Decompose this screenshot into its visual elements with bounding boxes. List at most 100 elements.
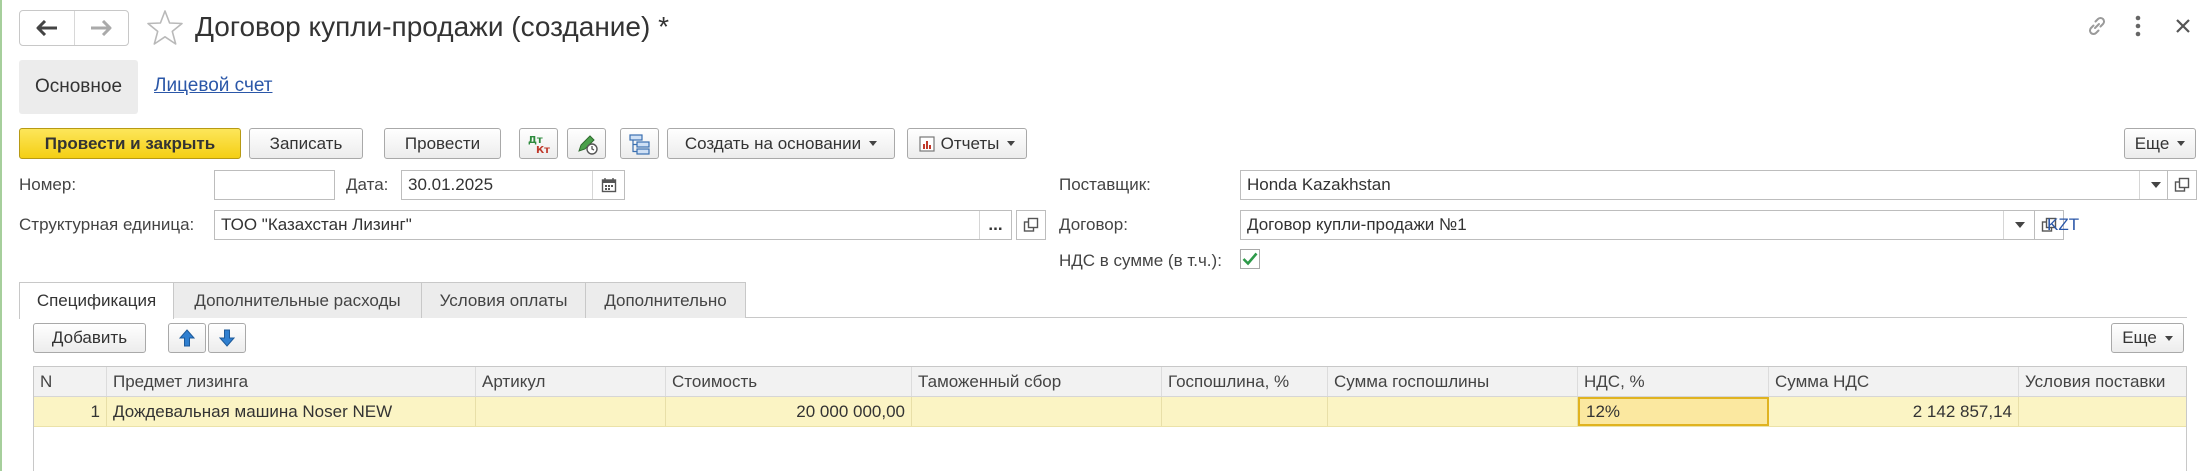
unit-value: ТОО "Казахстан Лизинг" xyxy=(221,215,412,234)
svg-text:Кт: Кт xyxy=(536,145,550,155)
contract-field[interactable]: Договор купли-продажи №1 xyxy=(1240,210,2036,240)
tab-payment-terms[interactable]: Условия оплаты xyxy=(421,282,586,318)
checkbox-icon xyxy=(1242,252,1258,266)
more-menu-button[interactable] xyxy=(2128,12,2148,40)
cell-leasing-item[interactable]: Дождевальная машина Noser NEW xyxy=(107,397,476,426)
table-more-button[interactable]: Еще xyxy=(2111,323,2184,353)
cell-vat-amount[interactable]: 2 142 857,14 xyxy=(1769,397,2019,426)
table-more-label: Еще xyxy=(2122,328,2157,347)
chevron-down-icon xyxy=(2164,335,2173,341)
close-button[interactable] xyxy=(2170,12,2196,40)
column-header[interactable]: Условия поставки xyxy=(2019,367,2186,396)
post-and-close-button[interactable]: Провести и закрыть xyxy=(19,128,241,159)
chevron-down-icon xyxy=(869,141,878,146)
date-label: Дата: xyxy=(346,175,389,194)
table-row[interactable]: 1 Дождевальная машина Noser NEW 20 000 0… xyxy=(34,397,2186,427)
contract-dropdown-button[interactable] xyxy=(2003,211,2035,239)
unit-label: Структурная единица: xyxy=(19,215,195,234)
column-header[interactable]: Госпошлина, % xyxy=(1162,367,1328,396)
vat-included-checkbox[interactable] xyxy=(1240,249,1260,269)
add-row-button[interactable]: Добавить xyxy=(33,323,146,353)
specification-table: N Предмет лизинга Артикул Стоимость Тамо… xyxy=(33,366,2187,471)
navigation-buttons xyxy=(19,10,129,46)
chevron-down-icon xyxy=(1007,141,1016,146)
calendar-button[interactable] xyxy=(592,171,624,199)
link-button[interactable] xyxy=(2082,12,2112,40)
unit-field[interactable]: ТОО "Казахстан Лизинг" ... xyxy=(214,210,1012,240)
edit-doc-icon xyxy=(577,134,598,155)
move-up-button[interactable] xyxy=(168,323,206,353)
create-based-on-label: Создать на основании xyxy=(684,133,862,153)
table-header: N Предмет лизинга Артикул Стоимость Тамо… xyxy=(34,367,2186,397)
close-icon xyxy=(2176,19,2190,33)
unit-select-button[interactable]: ... xyxy=(979,211,1011,239)
tab-additional[interactable]: Дополнительно xyxy=(585,282,746,318)
column-header[interactable]: НДС, % xyxy=(1578,367,1769,396)
cell-customs-fee[interactable] xyxy=(912,397,1162,426)
column-header[interactable]: Артикул xyxy=(476,367,666,396)
cell-duty-amount[interactable] xyxy=(1328,397,1578,426)
create-based-on-button[interactable]: Создать на основании xyxy=(667,128,895,159)
supplier-field[interactable]: Honda Kazakhstan xyxy=(1240,170,2172,200)
contract-label: Договор: xyxy=(1059,215,1128,234)
panel-tab-account[interactable]: Лицевой счет xyxy=(154,75,272,97)
column-header[interactable]: Стоимость xyxy=(666,367,912,396)
dt-kt-button[interactable]: Дт Кт xyxy=(519,128,558,159)
dropdown-icon xyxy=(2150,182,2161,188)
more-button[interactable]: Еще xyxy=(2124,128,2196,159)
down-arrow-icon xyxy=(219,329,235,347)
edit-document-button[interactable] xyxy=(567,128,606,159)
supplier-value: Honda Kazakhstan xyxy=(1247,175,1391,194)
number-field[interactable] xyxy=(214,170,335,200)
structure-button[interactable] xyxy=(620,128,659,159)
column-header[interactable]: N xyxy=(34,367,107,396)
more-label: Еще xyxy=(2134,133,2170,153)
structure-icon xyxy=(628,133,650,155)
vat-included-label: НДС в сумме (в т.ч.): xyxy=(1059,251,1222,270)
dt-kt-icon: ДтКт xyxy=(528,135,550,155)
back-arrow-icon xyxy=(36,20,57,36)
open-icon xyxy=(2174,177,2190,192)
cell-delivery-terms[interactable] xyxy=(2019,397,2186,426)
date-field[interactable]: 30.01.2025 xyxy=(401,170,625,200)
favorite-star-button[interactable] xyxy=(145,8,185,48)
column-header[interactable]: Предмет лизинга xyxy=(107,367,476,396)
back-button[interactable] xyxy=(20,11,74,45)
open-icon xyxy=(1023,217,1039,232)
reports-label: Отчеты xyxy=(940,133,1000,153)
save-button[interactable]: Записать xyxy=(249,128,363,159)
number-label: Номер: xyxy=(19,175,77,194)
contract-value: Договор купли-продажи №1 xyxy=(1247,215,1467,234)
reports-button[interactable]: Отчеты xyxy=(907,128,1027,159)
star-icon xyxy=(147,10,183,45)
post-button[interactable]: Провести xyxy=(384,128,501,159)
calendar-icon xyxy=(601,178,616,193)
page-title: Договор купли-продажи (создание) * xyxy=(195,11,669,42)
tab-specification[interactable]: Спецификация xyxy=(19,282,174,319)
more-vert-icon xyxy=(2135,15,2141,37)
move-down-button[interactable] xyxy=(208,323,246,353)
dropdown-icon xyxy=(2014,222,2025,228)
forward-arrow-icon xyxy=(91,20,112,36)
column-header[interactable]: Сумма госпошлины xyxy=(1328,367,1578,396)
window-left-border xyxy=(0,0,2,471)
cell-article[interactable] xyxy=(476,397,666,426)
column-header[interactable]: Таможенный сбор xyxy=(912,367,1162,396)
panel-tab-main[interactable]: Основное xyxy=(19,60,138,114)
forward-button[interactable] xyxy=(73,11,128,45)
date-value: 30.01.2025 xyxy=(408,175,494,194)
link-icon xyxy=(2088,16,2106,36)
up-arrow-icon xyxy=(179,329,195,347)
currency-link[interactable]: KZT xyxy=(2047,215,2079,235)
chevron-down-icon xyxy=(2177,141,2186,146)
column-header[interactable]: Сумма НДС xyxy=(1769,367,2019,396)
cell-cost[interactable]: 20 000 000,00 xyxy=(666,397,912,426)
cell-duty-percent[interactable] xyxy=(1162,397,1328,426)
supplier-open-button[interactable] xyxy=(2167,170,2197,200)
cell-vat-percent[interactable]: 12% xyxy=(1578,397,1769,426)
report-icon xyxy=(919,135,935,152)
cell-number[interactable]: 1 xyxy=(34,397,107,426)
unit-open-button[interactable] xyxy=(1016,210,1046,240)
tab-additional-costs[interactable]: Дополнительные расходы xyxy=(173,282,422,318)
supplier-label: Поставщик: xyxy=(1059,175,1151,194)
